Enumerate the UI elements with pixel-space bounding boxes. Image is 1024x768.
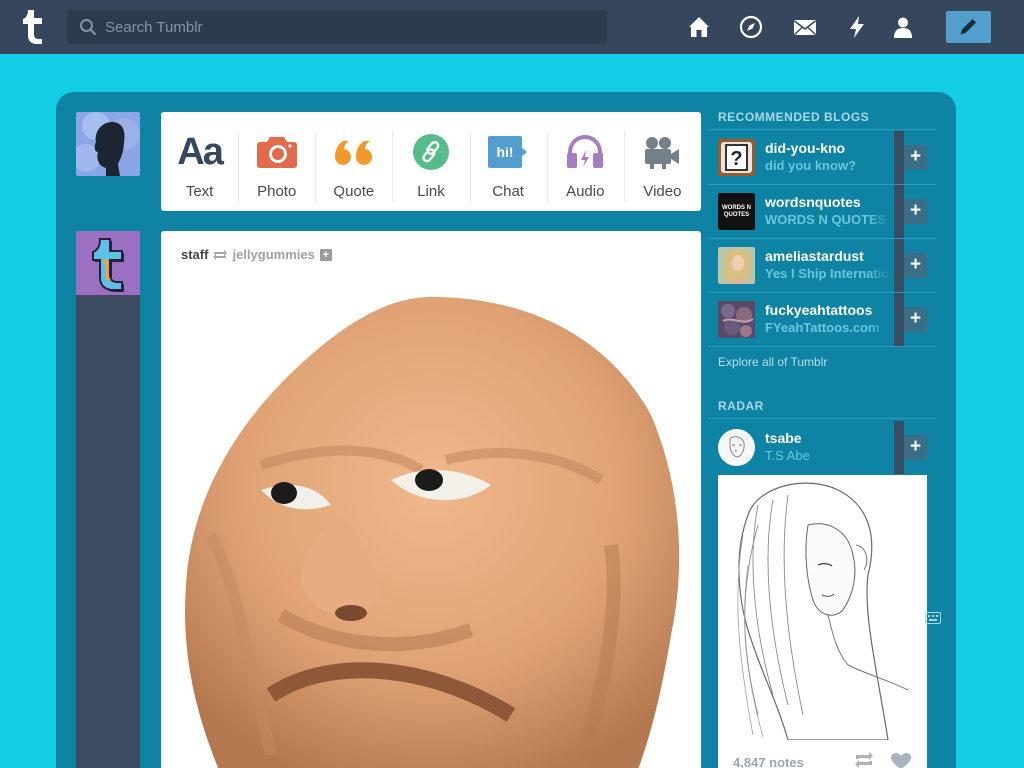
- post-type-label: Photo: [257, 183, 297, 200]
- home-icon[interactable]: [686, 14, 712, 40]
- post-type-label: Audio: [566, 183, 605, 200]
- post-author-link[interactable]: staff: [181, 247, 208, 262]
- fade-edge: [894, 131, 904, 184]
- follow-source-button[interactable]: +: [319, 248, 332, 261]
- search-icon: [80, 19, 97, 36]
- user-avatar[interactable]: [76, 112, 140, 176]
- post-type-quote[interactable]: Quote: [315, 120, 392, 211]
- pencil-icon: [960, 19, 976, 35]
- divider: [708, 129, 936, 130]
- svg-text:?: ?: [730, 148, 742, 170]
- blog-avatar: [718, 301, 755, 338]
- dashboard-post: staff jellygummies +: [161, 231, 701, 768]
- radar-avatar: [718, 429, 755, 466]
- follow-button[interactable]: +: [904, 307, 927, 332]
- fade-edge: [894, 185, 904, 238]
- divider: [708, 346, 936, 347]
- inbox-icon[interactable]: [792, 14, 818, 40]
- chat-glyph: hi!: [497, 144, 514, 160]
- heart-icon[interactable]: [890, 752, 912, 768]
- radar-post-image[interactable]: [718, 475, 927, 740]
- fade-edge: [894, 239, 904, 292]
- post-type-label: Chat: [492, 183, 524, 200]
- post-type-label: Quote: [333, 183, 375, 200]
- video-icon: [639, 129, 685, 175]
- audio-icon: [562, 129, 608, 175]
- post-header: staff jellygummies +: [181, 247, 332, 262]
- recommended-blog-item[interactable]: fuckyeahtattoos FYeahTattoos.com +: [708, 293, 936, 346]
- blog-avatar: WORDS N QUOTES: [718, 193, 755, 230]
- follow-button[interactable]: +: [904, 145, 927, 170]
- recommended-blogs-title: RECOMMENDED BLOGS: [718, 110, 870, 124]
- post-type-label: Text: [185, 183, 214, 200]
- post-type-label: Link: [417, 183, 445, 200]
- blog-name[interactable]: wordsnquotes: [765, 194, 861, 210]
- tumblr-logo-icon[interactable]: [17, 7, 49, 47]
- top-nav-bar: [0, 0, 1024, 54]
- quote-icon: [331, 129, 377, 175]
- recommended-blog-item[interactable]: ameliastardust Yes I Ship Internatio +: [708, 239, 936, 292]
- recommended-blog-item[interactable]: WORDS N QUOTES wordsnquotes WORDS N QUOT…: [708, 185, 936, 238]
- blog-avatar: [718, 247, 755, 284]
- radar-blog[interactable]: tsabe T.S Abe +: [708, 421, 936, 474]
- search-bar[interactable]: [67, 10, 607, 44]
- post-type-text[interactable]: Aa Text: [161, 120, 238, 211]
- post-photo[interactable]: [181, 295, 681, 768]
- post-type-label: Video: [643, 183, 682, 200]
- post-type-video[interactable]: Video: [623, 120, 701, 211]
- user-silhouette-icon: [76, 112, 140, 176]
- reblog-icon: [213, 249, 228, 260]
- divider: [708, 418, 936, 419]
- radar-post-card: 4,847 notes: [718, 475, 927, 768]
- post-type-chat[interactable]: hi! Chat: [469, 120, 547, 211]
- chat-icon: hi!: [485, 129, 531, 175]
- link-icon: [408, 129, 454, 175]
- follow-button[interactable]: +: [904, 199, 927, 224]
- post-type-bar: Aa Text Photo Quote Link hi! Chat Audio: [161, 112, 701, 211]
- post-type-audio[interactable]: Audio: [546, 120, 624, 211]
- blog-avatar: ?: [718, 139, 755, 176]
- fade-edge: [894, 293, 904, 346]
- reblog-source-link[interactable]: jellygummies: [232, 247, 314, 262]
- post-avatar-rail: [76, 295, 140, 768]
- explore-link[interactable]: Explore all of Tumblr: [718, 355, 827, 369]
- follow-button[interactable]: +: [904, 435, 927, 460]
- staff-tumblr-icon: [92, 238, 124, 292]
- blog-name[interactable]: fuckyeahtattoos: [765, 302, 872, 318]
- account-icon[interactable]: [890, 14, 916, 40]
- compose-button[interactable]: [946, 11, 991, 43]
- blog-name[interactable]: ameliastardust: [765, 248, 864, 264]
- radar-title: RADAR: [718, 399, 764, 413]
- follow-button[interactable]: +: [904, 253, 927, 278]
- photo-icon: [254, 129, 300, 175]
- reblog-icon[interactable]: [853, 751, 875, 768]
- post-type-link[interactable]: Link: [392, 120, 469, 211]
- notes-count[interactable]: 4,847 notes: [733, 755, 804, 768]
- keyboard-shortcuts-icon[interactable]: [925, 612, 941, 624]
- radar-blog-name[interactable]: tsabe: [765, 430, 802, 446]
- explore-icon[interactable]: [738, 14, 764, 40]
- activity-icon[interactable]: [844, 14, 870, 40]
- blog-name[interactable]: did-you-kno: [765, 140, 845, 156]
- post-author-avatar[interactable]: [76, 231, 140, 295]
- recommended-blog-item[interactable]: ? did-you-kno did you know? +: [708, 131, 936, 184]
- blog-avatar-text: WORDS N QUOTES: [722, 204, 751, 218]
- search-input[interactable]: [105, 10, 595, 44]
- text-icon: Aa: [177, 131, 224, 173]
- post-type-photo[interactable]: Photo: [238, 120, 315, 211]
- fade-edge: [894, 421, 904, 474]
